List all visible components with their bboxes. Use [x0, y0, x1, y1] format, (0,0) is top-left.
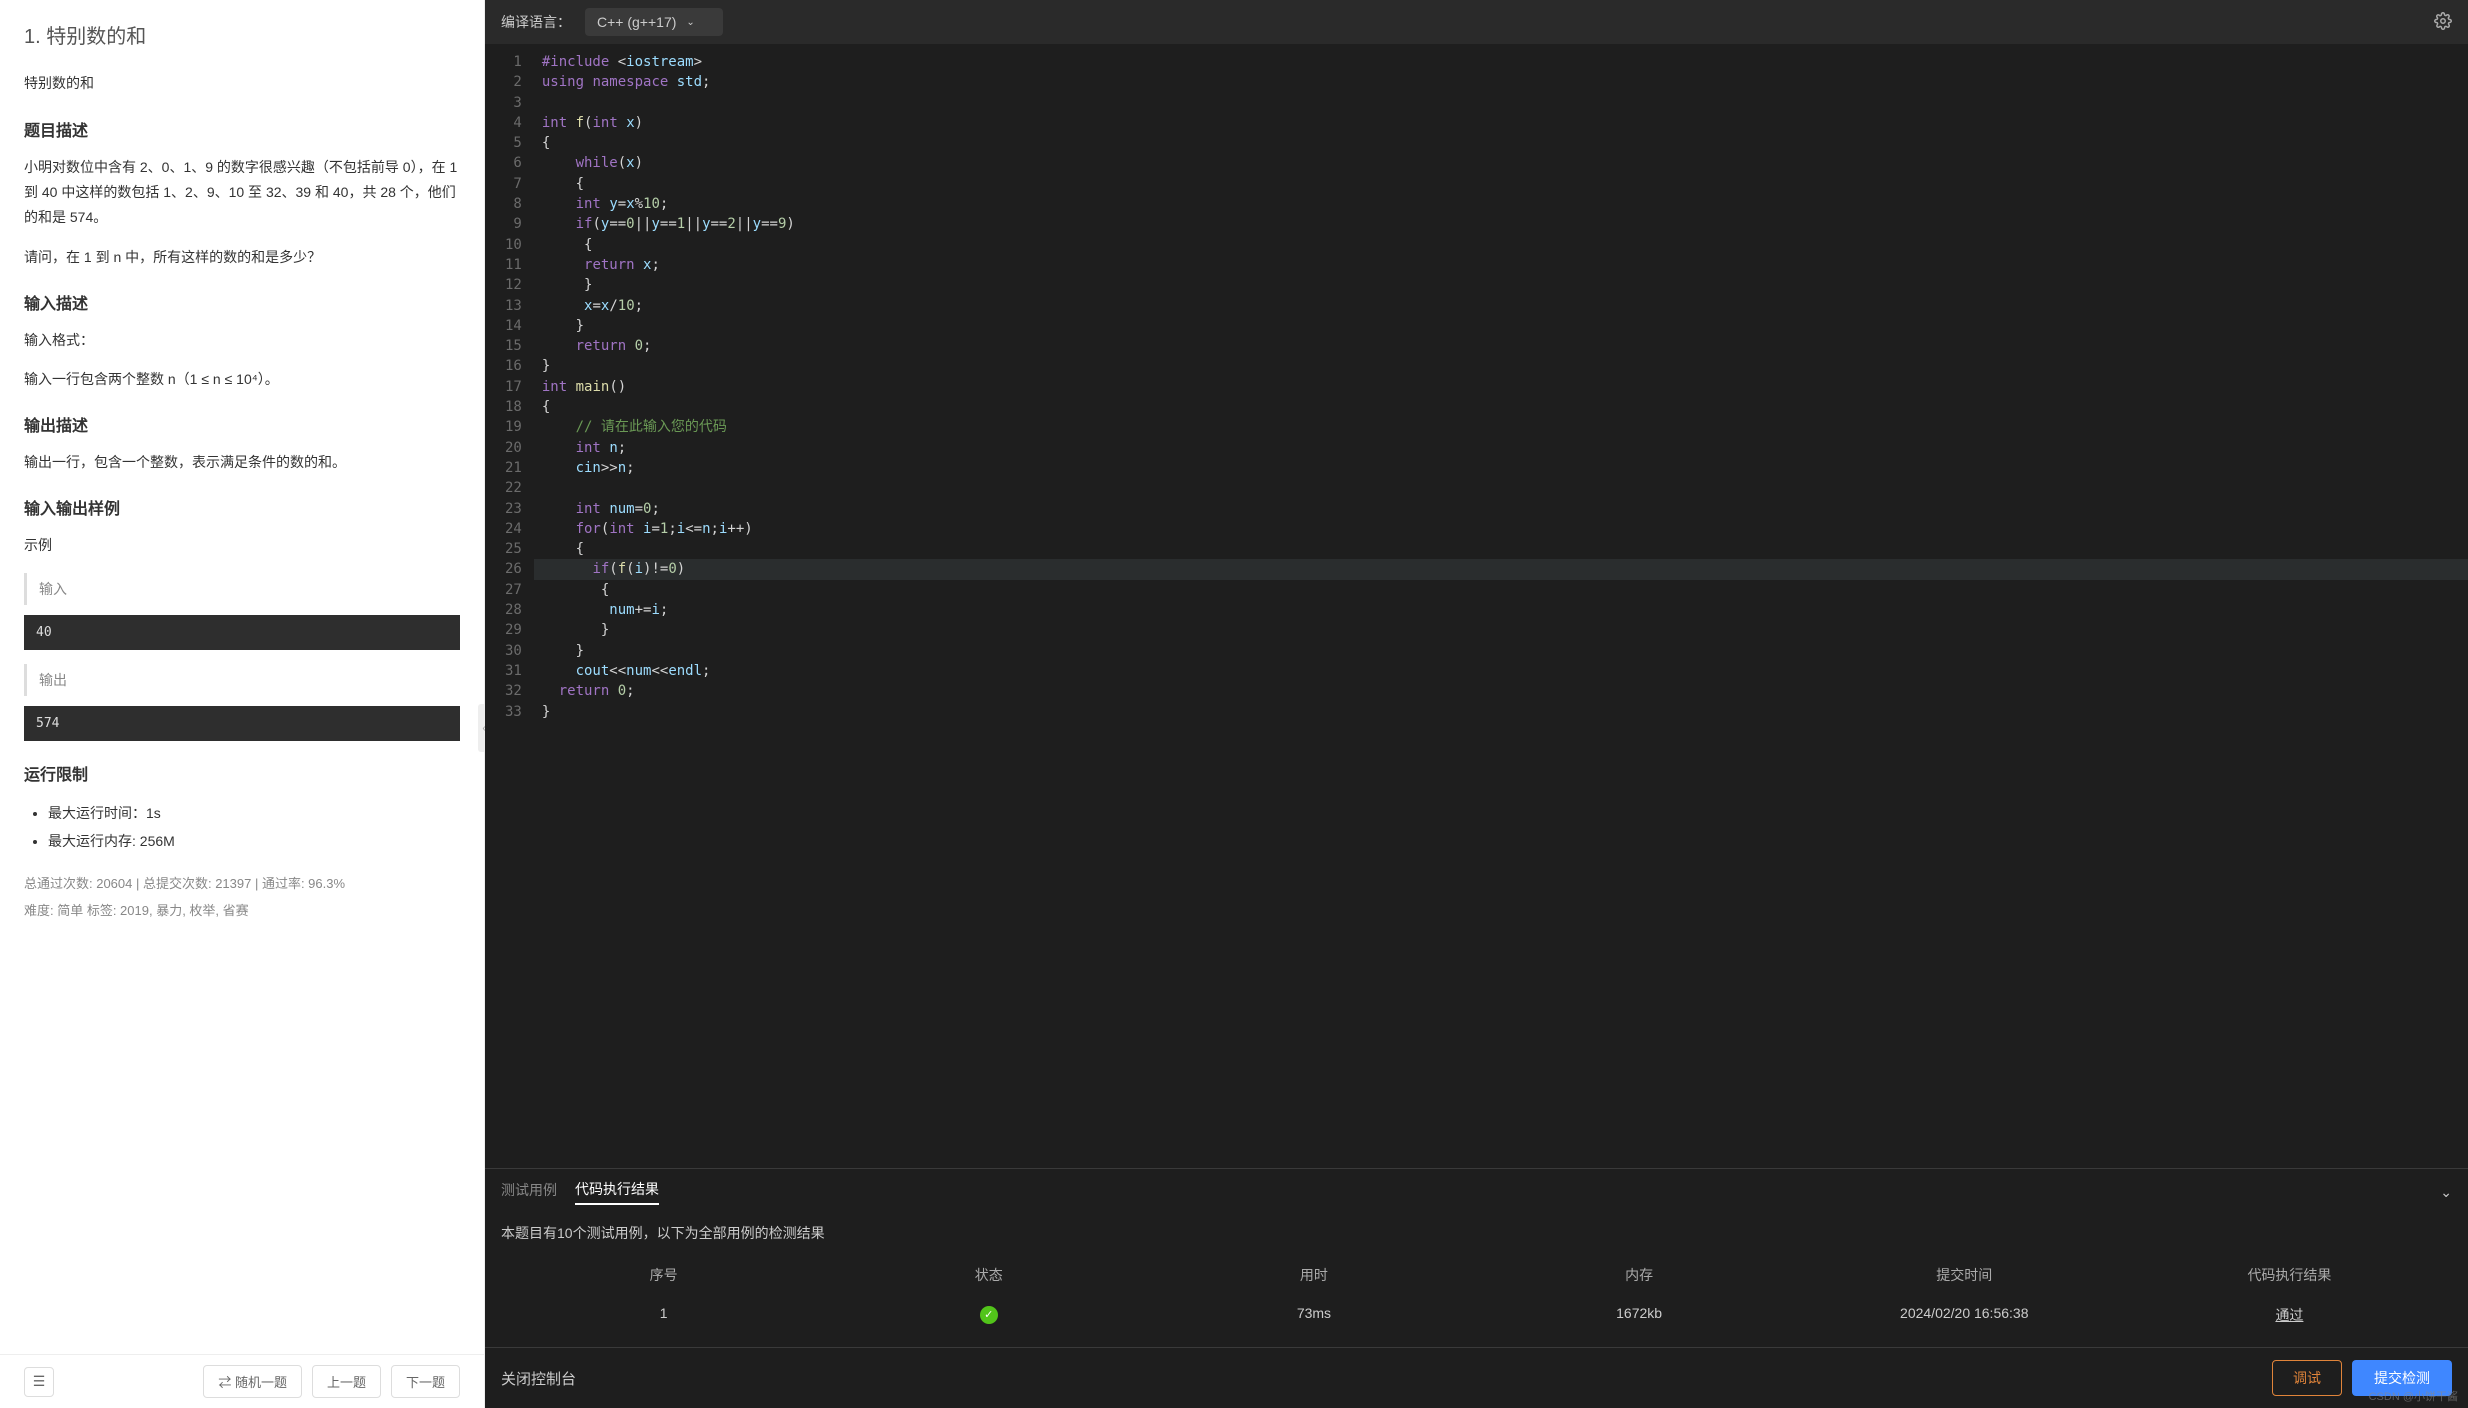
prev-button[interactable]: 上一题	[312, 1365, 381, 1398]
check-icon: ✓	[980, 1306, 998, 1324]
results-table: 序号 状态 用时 内存 提交时间 代码执行结果 1 ✓ 73ms 1672kb …	[485, 1255, 2468, 1347]
col-status: 状态	[826, 1265, 1151, 1285]
editor-panel: 编译语言： C++ (g++17) ⌄ 12345678910111213141…	[485, 0, 2468, 1408]
sample-output-box: 574	[24, 706, 460, 741]
list-icon[interactable]: ☰	[24, 1367, 54, 1397]
sample-input-label: 输入	[24, 573, 460, 605]
verdict-link[interactable]: 通过	[2275, 1307, 2303, 1323]
lang-select[interactable]: C++ (g++17) ⌄	[585, 8, 723, 36]
random-button[interactable]: ⇄ 随机一题	[203, 1365, 302, 1398]
limit-list: 最大运行时间：1s 最大运行内存: 256M	[24, 799, 460, 855]
left-footer: ☰ ⇄ 随机一题 上一题 下一题	[0, 1354, 484, 1408]
problem-panel: 1. 特别数的和 特别数的和 题目描述 小明对数位中含有 2、0、1、9 的数字…	[0, 0, 485, 1408]
line-gutter: 1234567891011121314151617181920212223242…	[485, 44, 534, 1168]
lang-label: 编译语言：	[501, 12, 571, 32]
input-heading: 输入描述	[24, 290, 460, 314]
lang-value: C++ (g++17)	[597, 14, 676, 30]
cell-submitted: 2024/02/20 16:56:38	[1802, 1305, 2127, 1325]
results-row: 1 ✓ 73ms 1672kb 2024/02/20 16:56:38 通过	[501, 1295, 2452, 1335]
input-p2: 输入一行包含两个整数 n（1 ≤ n ≤ 10⁴）。	[24, 367, 460, 392]
cell-mem: 1672kb	[1477, 1305, 1802, 1325]
cell-status: ✓	[826, 1305, 1151, 1325]
output-p1: 输出一行，包含一个整数，表示满足条件的数的和。	[24, 450, 460, 475]
code-editor[interactable]: 1234567891011121314151617181920212223242…	[485, 44, 2468, 1168]
sample-input-box: 40	[24, 615, 460, 650]
problem-subtitle: 特别数的和	[24, 73, 460, 93]
code-area[interactable]: #include <iostream>using namespace std; …	[534, 44, 2468, 1168]
col-submitted: 提交时间	[1802, 1265, 2127, 1285]
submit-button[interactable]: 提交检测	[2352, 1360, 2452, 1396]
tags-line: 难度: 简单 标签: 2019, 暴力, 枚举, 省赛	[24, 900, 460, 919]
output-heading: 输出描述	[24, 412, 460, 436]
col-mem: 内存	[1477, 1265, 1802, 1285]
cell-index: 1	[501, 1305, 826, 1325]
desc-p2: 请问，在 1 到 n 中，所有这样的数的和是多少？	[24, 245, 460, 270]
close-console-button[interactable]: 关闭控制台	[501, 1368, 576, 1389]
limit-mem: 最大运行内存: 256M	[48, 827, 460, 855]
tab-exec-result[interactable]: 代码执行结果	[575, 1179, 659, 1205]
problem-scroll[interactable]: 1. 特别数的和 特别数的和 题目描述 小明对数位中含有 2、0、1、9 的数字…	[0, 0, 484, 1354]
bottom-bar: 关闭控制台 调试 提交检测	[485, 1347, 2468, 1408]
cell-verdict: 通过	[2127, 1305, 2452, 1325]
editor-header: 编译语言： C++ (g++17) ⌄	[485, 0, 2468, 44]
results-header-row: 序号 状态 用时 内存 提交时间 代码执行结果	[501, 1255, 2452, 1295]
problem-title: 1. 特别数的和	[24, 20, 460, 49]
chevron-down-icon[interactable]: ⌄	[2440, 1184, 2452, 1201]
sample-output-label: 输出	[24, 664, 460, 696]
tab-testcases[interactable]: 测试用例	[501, 1180, 557, 1204]
results-panel: 测试用例 代码执行结果 ⌄ 本题目有10个测试用例，以下为全部用例的检测结果 序…	[485, 1168, 2468, 1347]
chevron-down-icon: ⌄	[686, 17, 694, 28]
col-index: 序号	[501, 1265, 826, 1285]
results-tabs: 测试用例 代码执行结果 ⌄	[485, 1169, 2468, 1215]
results-summary: 本题目有10个测试用例，以下为全部用例的检测结果	[485, 1215, 2468, 1255]
sample-label: 示例	[24, 533, 460, 558]
col-time: 用时	[1151, 1265, 1476, 1285]
limit-time: 最大运行时间：1s	[48, 799, 460, 827]
cell-time: 73ms	[1151, 1305, 1476, 1325]
stats-line: 总通过次数: 20604 | 总提交次数: 21397 | 通过率: 96.3%	[24, 873, 460, 892]
desc-p1: 小明对数位中含有 2、0、1、9 的数字很感兴趣（不包括前导 0），在 1 到 …	[24, 155, 460, 231]
gear-icon[interactable]	[2434, 12, 2452, 33]
debug-button[interactable]: 调试	[2272, 1360, 2342, 1396]
col-verdict: 代码执行结果	[2127, 1265, 2452, 1285]
input-p1: 输入格式：	[24, 328, 460, 353]
desc-heading: 题目描述	[24, 117, 460, 141]
limit-heading: 运行限制	[24, 761, 460, 785]
next-button[interactable]: 下一题	[391, 1365, 460, 1398]
sample-heading: 输入输出样例	[24, 495, 460, 519]
